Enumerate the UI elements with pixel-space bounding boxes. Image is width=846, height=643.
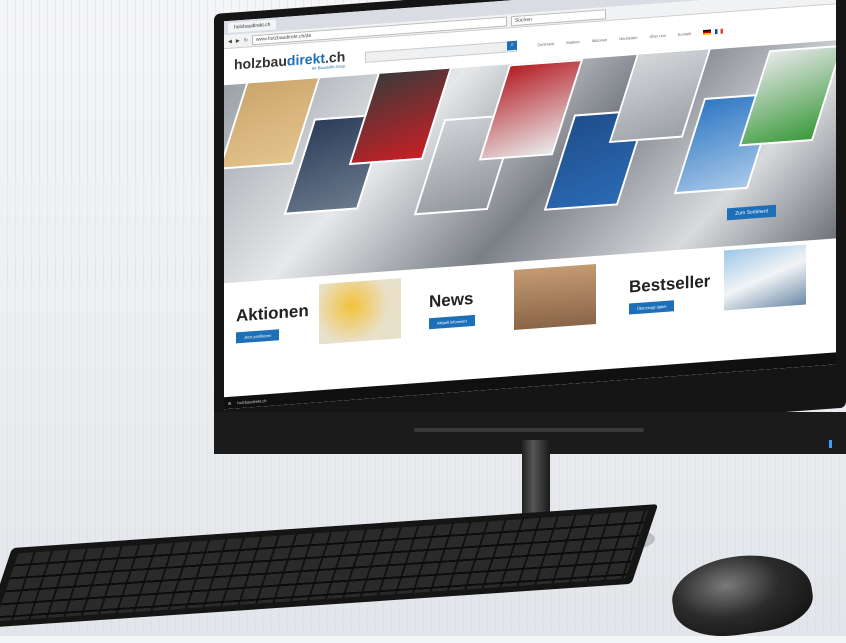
site-nav: Sortiment Marken Aktionen Neuheiten Über… (537, 30, 691, 46)
site-search-input[interactable]: ⌕ (365, 40, 518, 63)
language-flags (703, 28, 724, 35)
monitor-chin-strip (414, 428, 644, 432)
reload-icon[interactable]: ↻ (244, 37, 248, 43)
promo-image-news (514, 263, 596, 330)
start-icon[interactable]: ⊞ (228, 400, 231, 405)
taskbar-app[interactable]: holzbaudirekt.ch (237, 398, 266, 405)
power-led-icon (829, 440, 832, 448)
back-icon[interactable]: ◀ (228, 38, 232, 44)
promo-button[interactable]: Jetzt profitieren (236, 329, 280, 344)
nav-item[interactable]: Sortiment (537, 41, 554, 47)
promo-aktionen[interactable]: Aktionen Jetzt profitieren (236, 301, 309, 344)
promo-title: Bestseller (629, 271, 711, 297)
nav-item[interactable]: Marken (566, 39, 579, 45)
promo-image-bestseller (724, 244, 806, 311)
nav-item[interactable]: Neuheiten (619, 34, 637, 40)
forward-icon[interactable]: ▶ (236, 38, 240, 44)
flag-fr-icon[interactable] (715, 28, 724, 34)
hero-cta-button[interactable]: Zum Sortiment (727, 204, 776, 221)
promo-title: Aktionen (236, 301, 309, 326)
search-icon[interactable]: ⌕ (507, 40, 518, 50)
monitor-bezel: holzbaudirekt.ch – □ × ◀ ▶ ↻ www.holzbau… (214, 0, 846, 455)
promo-button[interactable]: Aktuell informiert (429, 314, 475, 330)
promo-title: News (429, 288, 474, 312)
nav-item[interactable]: Über uns (650, 32, 666, 38)
flag-de-icon[interactable] (703, 28, 712, 35)
nav-item[interactable]: Aktionen (592, 37, 608, 43)
promo-button[interactable]: Überzeugt dabei (629, 300, 675, 315)
monitor: holzbaudirekt.ch – □ × ◀ ▶ ↻ www.holzbau… (214, 0, 846, 455)
nav-item[interactable]: Kontakt (678, 30, 692, 36)
promo-news[interactable]: News Aktuell informiert (429, 289, 475, 330)
promo-bestseller[interactable]: Bestseller Überzeugt dabei (629, 272, 710, 316)
site-logo[interactable]: holzbaudirekt.ch Ihr Baustoffe-Shop (234, 48, 345, 76)
monitor-screen: holzbaudirekt.ch – □ × ◀ ▶ ↻ www.holzbau… (224, 0, 836, 410)
promo-image-sale (319, 278, 401, 345)
